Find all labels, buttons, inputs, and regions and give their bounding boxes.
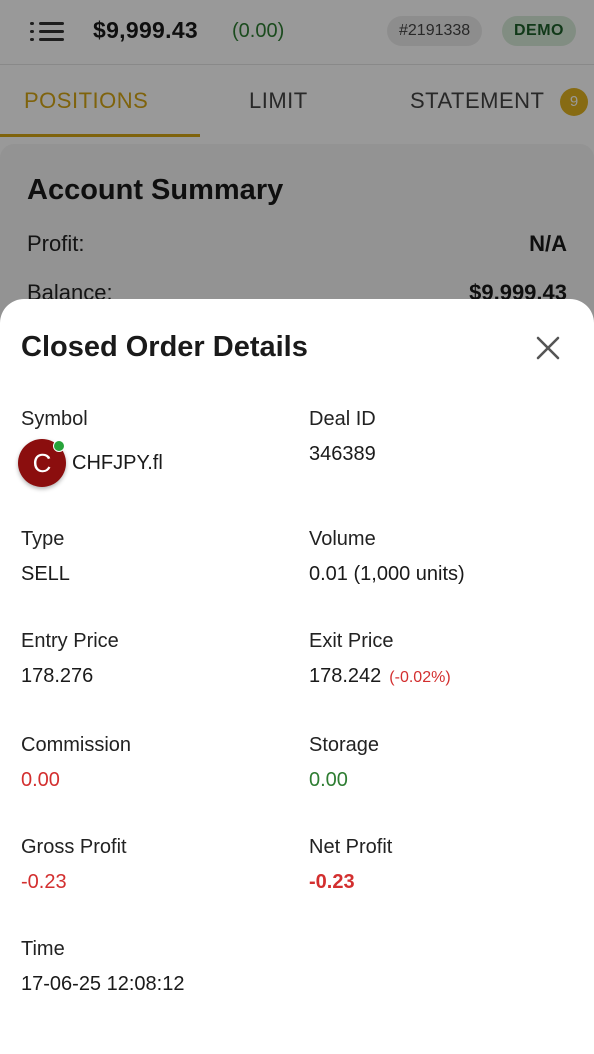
exit-price-row: 178.242 (-0.02%) [309,665,451,688]
type-value: SELL [21,563,70,585]
type-label: Type [21,528,65,550]
deal-id-value: 346389 [309,443,376,465]
commission-value: 0.00 [21,769,60,791]
sheet-title: Closed Order Details [21,331,308,363]
gross-profit-label: Gross Profit [21,836,127,858]
storage-label: Storage [309,734,380,756]
time-field: Time 17-06-25 12:08:12 [21,938,184,996]
entry-price-value: 178.276 [21,665,94,687]
entry-price-field: Entry Price 178.276 [21,630,119,688]
exit-price-label: Exit Price [309,630,394,652]
storage-field: Storage 0.00 [309,734,379,792]
net-profit-value: -0.23 [309,871,355,893]
entry-price-label: Entry Price [21,630,119,652]
symbol-label: Symbol [21,408,88,430]
storage-value: 0.00 [309,769,348,791]
volume-value: 0.01 (1,000 units) [309,563,465,585]
avatar-initial: C [32,448,52,478]
gross-profit-field: Gross Profit -0.23 [21,836,127,894]
commission-label: Commission [21,734,132,756]
closed-order-details-sheet: Closed Order Details Symbol C CHFJPY.fl … [0,299,594,1054]
symbol-value: CHFJPY.fl [72,451,163,474]
net-profit-field: Net Profit -0.23 [309,836,392,894]
commission-field: Commission 0.00 [21,734,131,792]
net-profit-label: Net Profit [309,836,393,858]
exit-price-field: Exit Price 178.242 (-0.02%) [309,630,451,688]
deal-id-field: Deal ID 346389 [309,408,376,466]
time-value: 17-06-25 12:08:12 [21,973,185,995]
volume-label: Volume [309,528,376,550]
gross-profit-value: -0.23 [21,871,67,893]
symbol-field: Symbol C CHFJPY.fl [18,408,163,487]
symbol-avatar: C [18,439,66,487]
volume-field: Volume 0.01 (1,000 units) [309,528,465,586]
exit-price-value: 178.242 [309,665,382,687]
type-field: Type SELL [21,528,70,586]
time-label: Time [21,938,65,960]
online-status-icon [53,440,65,452]
symbol-row: C CHFJPY.fl [18,439,163,487]
exit-price-change: (-0.02%) [389,669,451,686]
deal-id-label: Deal ID [309,408,376,430]
close-icon[interactable] [532,332,564,364]
